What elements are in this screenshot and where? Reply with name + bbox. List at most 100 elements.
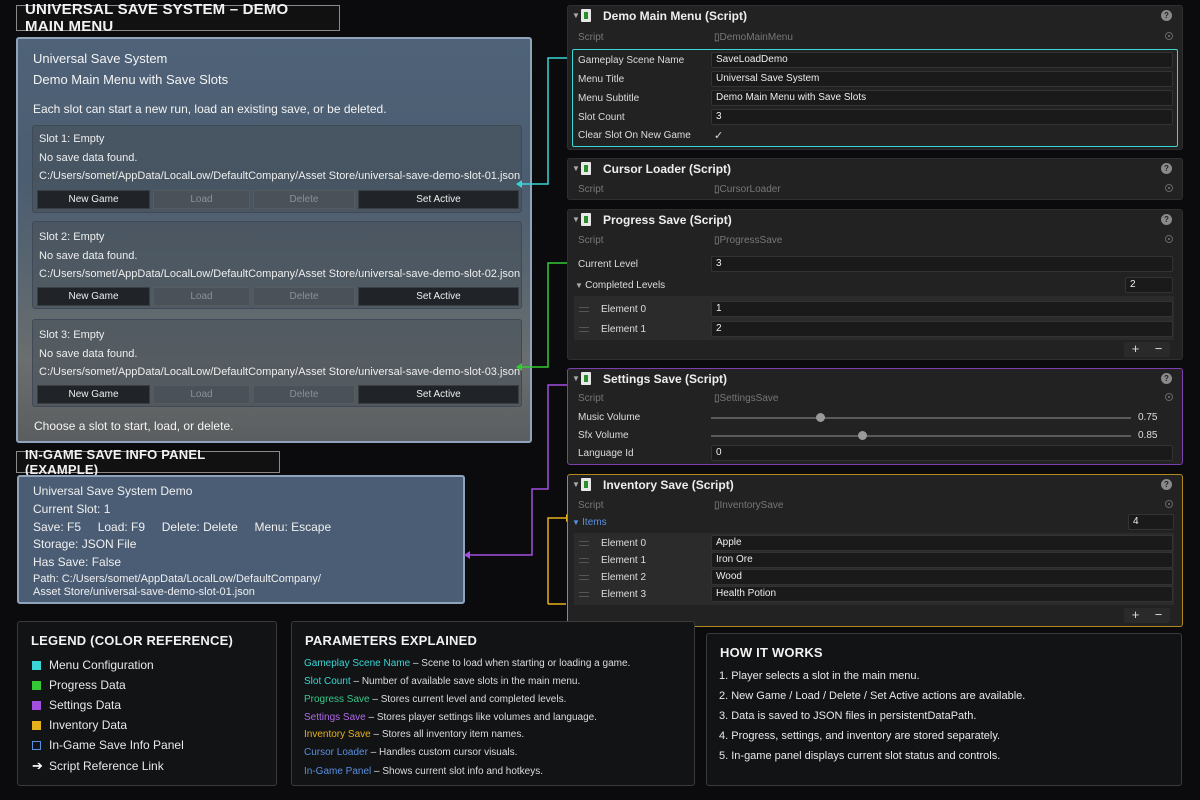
arrow-settings-back — [464, 551, 470, 559]
help-icon[interactable]: ? — [1161, 479, 1172, 490]
arrow-progress-back — [516, 363, 522, 371]
legend-title: LEGEND (COLOR REFERENCE) — [31, 633, 233, 648]
script-label: Script — [578, 235, 604, 246]
object-picker-icon[interactable] — [1165, 393, 1173, 401]
music-volume-value[interactable]: 0.75 — [1138, 412, 1157, 423]
language-id-label: Language Id — [578, 448, 634, 459]
script-icon — [581, 478, 591, 491]
settings-save-component: ▼ Settings Save (Script) ? Script ▯Setti… — [567, 368, 1183, 465]
param-name: Gameplay Scene Name — [304, 658, 411, 669]
menu-title-field[interactable]: Universal Save System — [711, 71, 1173, 87]
object-picker-icon[interactable] — [1165, 500, 1173, 508]
field-label-menu-subtitle: Menu Subtitle — [578, 93, 640, 104]
drag-handle-icon[interactable] — [579, 558, 589, 563]
field-label-clear-slot: Clear Slot On New Game — [578, 130, 691, 141]
collapse-triangle-icon[interactable]: ▼ — [572, 11, 580, 20]
legend-item-settings: Settings Data — [32, 698, 121, 712]
script-reference[interactable]: ▯InventorySave — [714, 500, 783, 511]
sfx-volume-knob[interactable] — [858, 431, 867, 440]
remove-element-button[interactable]: − — [1147, 608, 1170, 623]
how-step-1: 1. Player selects a slot in the main men… — [719, 670, 920, 682]
param-inventory-save: Inventory Save – Stores all inventory it… — [304, 729, 525, 740]
drag-handle-icon[interactable] — [579, 592, 589, 597]
cyan-swatch-icon — [32, 660, 41, 670]
script-label: Script — [578, 393, 604, 404]
remove-element-button[interactable]: − — [1147, 342, 1170, 357]
drag-handle-icon[interactable] — [579, 541, 589, 546]
clear-slot-checkbox[interactable]: ✓ — [714, 129, 723, 142]
component-title: Progress Save (Script) — [603, 213, 732, 227]
component-title: Demo Main Menu (Script) — [603, 9, 748, 23]
connector-progress — [520, 262, 568, 368]
menu-subtitle-field[interactable]: Demo Main Menu with Save Slots — [711, 90, 1173, 106]
collapse-triangle-icon[interactable]: ▼ — [572, 374, 580, 383]
item-2-field[interactable]: Wood — [711, 569, 1173, 585]
element-label: Element 3 — [601, 589, 647, 600]
parameters-title: PARAMETERS EXPLAINED — [305, 633, 478, 648]
element-0-field[interactable]: 1 — [711, 301, 1173, 317]
script-reference[interactable]: ▯CursorLoader — [714, 184, 781, 195]
element-label: Element 2 — [601, 572, 647, 583]
how-it-works-title: HOW IT WORKS — [720, 645, 823, 660]
element-label: Element 0 — [601, 304, 647, 315]
param-name: Cursor Loader — [304, 747, 368, 758]
current-level-field[interactable]: 3 — [711, 256, 1173, 272]
script-reference[interactable]: ▯SettingsSave — [714, 393, 778, 404]
cursor-loader-component: ▼ Cursor Loader (Script) ? Script ▯Curso… — [567, 158, 1183, 200]
help-icon[interactable]: ? — [1161, 373, 1172, 384]
drag-handle-icon[interactable] — [579, 327, 589, 332]
param-name: Inventory Save — [304, 729, 371, 740]
music-volume-slider[interactable] — [711, 417, 1131, 419]
parameters-box: PARAMETERS EXPLAINED Gameplay Scene Name… — [291, 621, 695, 786]
object-picker-icon[interactable] — [1165, 32, 1173, 40]
sfx-volume-slider[interactable] — [711, 435, 1131, 437]
completed-levels-size[interactable]: 2 — [1125, 277, 1173, 293]
legend-item-progress: Progress Data — [32, 678, 126, 692]
param-progress-save: Progress Save – Stores current level and… — [304, 694, 567, 705]
field-label-gameplay-scene: Gameplay Scene Name — [578, 55, 685, 66]
slot-count-field[interactable]: 3 — [711, 109, 1173, 125]
item-1-field[interactable]: Iron Ore — [711, 552, 1173, 568]
music-volume-knob[interactable] — [816, 413, 825, 422]
collapse-triangle-icon[interactable]: ▼ — [572, 215, 580, 224]
items-size[interactable]: 4 — [1128, 514, 1174, 530]
help-icon[interactable]: ? — [1161, 163, 1172, 174]
legend-item-info-panel: In-Game Save Info Panel — [32, 738, 184, 752]
add-element-button[interactable]: + — [1124, 342, 1147, 357]
param-in-game-panel: In-Game Panel – Shows current slot info … — [304, 766, 544, 777]
legend-item-menu-config: Menu Configuration — [32, 658, 154, 672]
help-icon[interactable]: ? — [1161, 10, 1172, 21]
script-icon — [581, 372, 591, 385]
sfx-volume-label: Sfx Volume — [578, 430, 629, 441]
element-1-field[interactable]: 2 — [711, 321, 1173, 337]
how-step-3: 3. Data is saved to JSON files in persis… — [719, 710, 977, 722]
param-name: Progress Save — [304, 694, 370, 705]
add-element-button[interactable]: + — [1124, 608, 1147, 623]
collapse-triangle-icon[interactable]: ▼ — [572, 164, 580, 173]
green-swatch-icon — [32, 680, 41, 690]
language-id-field[interactable]: 0 — [711, 445, 1173, 461]
legend-item-inventory: Inventory Data — [32, 718, 127, 732]
object-picker-icon[interactable] — [1165, 235, 1173, 243]
completed-levels-foldout[interactable]: ▼ Completed Levels — [575, 280, 665, 291]
drag-handle-icon[interactable] — [579, 307, 589, 312]
how-step-5: 5. In-game panel displays current slot s… — [719, 750, 1001, 762]
collapse-triangle-icon[interactable]: ▼ — [572, 480, 580, 489]
script-icon — [581, 162, 591, 175]
param-settings-save: Settings Save – Stores player settings l… — [304, 712, 597, 723]
items-foldout[interactable]: ▼ Items — [572, 517, 607, 528]
script-reference[interactable]: ▯DemoMainMenu — [714, 32, 793, 43]
gameplay-scene-field[interactable]: SaveLoadDemo — [711, 52, 1173, 68]
script-icon — [581, 213, 591, 226]
item-0-field[interactable]: Apple — [711, 535, 1173, 551]
item-3-field[interactable]: Health Potion — [711, 586, 1173, 602]
drag-handle-icon[interactable] — [579, 575, 589, 580]
script-label: Script — [578, 500, 604, 511]
help-icon[interactable]: ? — [1161, 214, 1172, 225]
object-picker-icon[interactable] — [1165, 184, 1173, 192]
script-reference[interactable]: ▯ProgressSave — [714, 235, 782, 246]
param-cursor-loader: Cursor Loader – Handles custom cursor vi… — [304, 747, 518, 758]
script-label: Script — [578, 184, 604, 195]
param-slot-count: Slot Count – Number of available save sl… — [304, 676, 581, 687]
sfx-volume-value[interactable]: 0.85 — [1138, 430, 1157, 441]
